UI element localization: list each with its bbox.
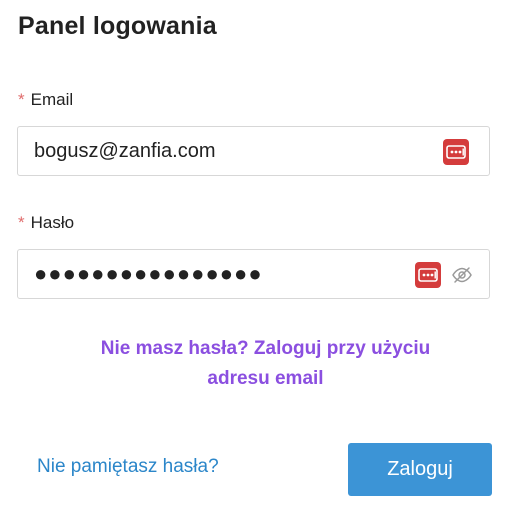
- required-marker: *: [18, 90, 25, 109]
- forgot-password-link[interactable]: Nie pamiętasz hasła?: [37, 456, 219, 478]
- page-title: Panel logowania: [18, 12, 217, 40]
- password-field[interactable]: ●●●●●●●●●●●●●●●●: [17, 249, 490, 299]
- password-label: * Hasło: [18, 213, 74, 233]
- email-login-link-line1[interactable]: Nie masz hasła? Zaloguj przy użyciu: [0, 334, 531, 364]
- password-manager-icon[interactable]: [443, 139, 469, 165]
- password-value[interactable]: ●●●●●●●●●●●●●●●●: [34, 250, 263, 298]
- login-button[interactable]: Zaloguj: [348, 443, 492, 496]
- email-label-text: Email: [30, 90, 74, 109]
- password-manager-icon[interactable]: [415, 262, 441, 288]
- email-login-link[interactable]: Nie masz hasła? Zaloguj przy użyciu adre…: [0, 334, 531, 394]
- eye-slash-icon[interactable]: [451, 264, 473, 286]
- password-label-text: Hasło: [30, 213, 75, 232]
- required-marker: *: [18, 213, 25, 232]
- email-label: * Email: [18, 90, 73, 110]
- email-login-link-line2[interactable]: adresu email: [0, 364, 531, 394]
- email-value[interactable]: bogusz@zanfia.com: [34, 127, 216, 175]
- email-field[interactable]: bogusz@zanfia.com: [17, 126, 490, 176]
